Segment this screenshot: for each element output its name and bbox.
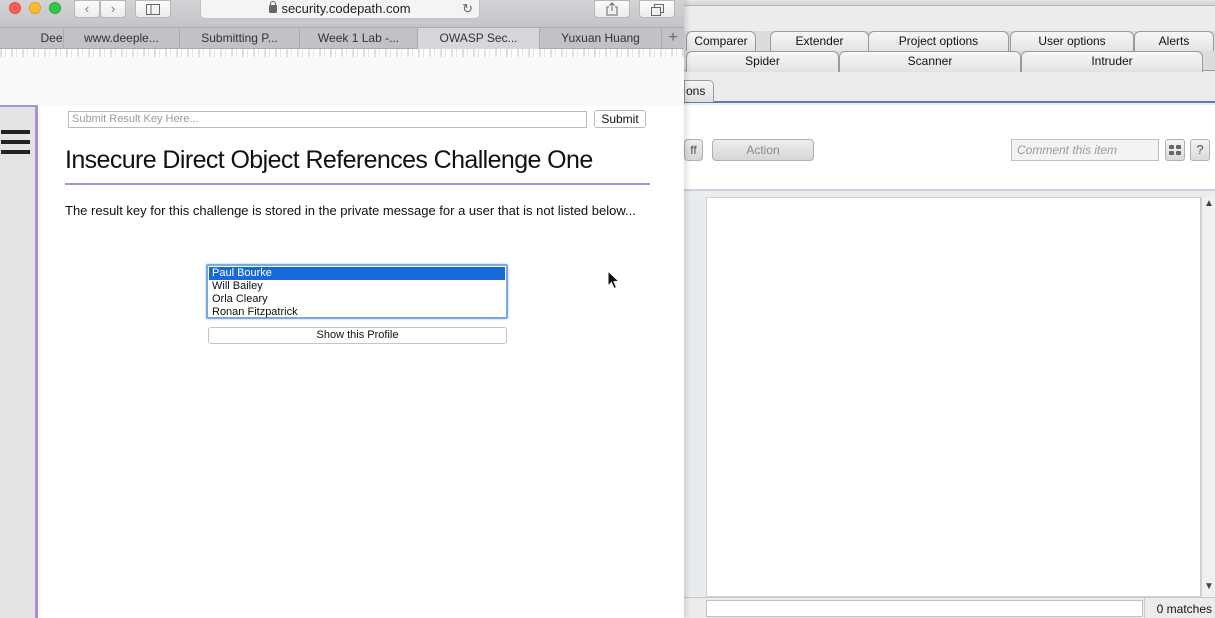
tab-intruder[interactable]: Intruder	[1021, 51, 1203, 72]
tab-week1-lab[interactable]: Week 1 Lab -...	[300, 28, 418, 49]
burp-subtab-bar: ons	[684, 79, 1215, 103]
user-option[interactable]: Will Bailey	[209, 280, 505, 293]
user-option[interactable]: Ronan Fitzpatrick	[209, 306, 505, 319]
match-count: 0 matches	[1144, 598, 1215, 618]
minimize-window-icon[interactable]	[29, 2, 41, 14]
tab-extender[interactable]: Extender	[770, 31, 869, 52]
burp-suite-window: Comparer Extender Project options User o…	[684, 0, 1215, 618]
tabs-overview-icon[interactable]	[639, 0, 675, 18]
url-text: security.codepath.com	[281, 1, 411, 16]
tab-spider[interactable]: Spider	[686, 51, 839, 72]
tab-deepl[interactable]: www.deeple...	[64, 28, 180, 49]
zoom-window-icon[interactable]	[49, 2, 61, 14]
show-profile-button[interactable]: Show this Profile	[208, 327, 507, 344]
tab-comparer[interactable]: Comparer	[686, 31, 756, 52]
burp-titlebar	[684, 0, 1215, 6]
safari-window: ‹ › security.codepath.com ↻ Dee www.deep…	[0, 0, 684, 618]
new-tab-icon[interactable]: +	[662, 28, 684, 49]
safari-toolbar: ‹ › security.codepath.com ↻	[0, 0, 684, 27]
lock-icon	[269, 1, 278, 13]
tab-user-options[interactable]: User options	[1010, 31, 1134, 52]
burp-message-editor[interactable]	[706, 197, 1201, 597]
user-option[interactable]: Orla Cleary	[209, 293, 505, 306]
mouse-cursor-icon	[607, 270, 621, 290]
user-option[interactable]: Paul Bourke	[209, 267, 505, 280]
address-bar[interactable]: security.codepath.com ↻	[200, 0, 480, 19]
user-select-list[interactable]: Paul Bourke Will Bailey Orla Cleary Rona…	[206, 264, 508, 319]
forward-icon[interactable]: ›	[100, 0, 126, 18]
desktop: Comparer Extender Project options User o…	[0, 0, 1215, 618]
scroll-up-icon[interactable]: ▲	[1204, 198, 1214, 209]
search-field[interactable]	[706, 600, 1143, 617]
result-key-input[interactable]: Submit Result Key Here...	[68, 111, 587, 128]
burp-left-gutter	[684, 197, 706, 597]
tab-scanner[interactable]: Scanner	[839, 51, 1021, 72]
tab-alerts[interactable]: Alerts	[1134, 31, 1214, 52]
page-header-strip	[0, 49, 684, 57]
comment-input[interactable]: Comment this item	[1011, 139, 1159, 161]
tab-project-options[interactable]: Project options	[868, 31, 1009, 52]
tab-yuxuan-huang[interactable]: Yuxuan Huang	[540, 28, 662, 49]
help-icon[interactable]: ?	[1190, 139, 1210, 161]
share-icon[interactable]	[594, 0, 630, 18]
tab-dee[interactable]: Dee	[0, 28, 64, 49]
grid-icon[interactable]	[1165, 139, 1185, 161]
burp-tab-row-2: Spider Scanner Intruder	[684, 51, 1215, 72]
intercept-off-button[interactable]: ff	[684, 139, 703, 161]
tab-owasp-active[interactable]: OWASP Sec...	[418, 28, 540, 49]
tab-submitting[interactable]: Submitting P...	[180, 28, 300, 49]
title-divider	[65, 183, 650, 185]
reload-icon[interactable]: ↻	[462, 0, 473, 17]
hamburger-menu-icon[interactable]	[1, 130, 30, 156]
sidebar-icon[interactable]	[135, 0, 171, 18]
scroll-down-icon[interactable]: ▼	[1204, 581, 1214, 592]
submit-button[interactable]: Submit	[594, 110, 646, 128]
close-window-icon[interactable]	[9, 2, 21, 14]
vertical-scrollbar[interactable]: ▲ ▼	[1201, 197, 1215, 597]
action-button[interactable]: Action	[712, 139, 814, 161]
side-navigation	[0, 105, 38, 618]
subtab-options[interactable]: ons	[684, 80, 714, 102]
challenge-description: The result key for this challenge is sto…	[65, 203, 636, 218]
safari-tab-bar: Dee www.deeple... Submitting P... Week 1…	[0, 27, 684, 49]
back-icon[interactable]: ‹	[74, 0, 100, 18]
page-title: Insecure Direct Object References Challe…	[65, 146, 593, 174]
burp-search-bar: 0 matches	[684, 597, 1215, 618]
burp-tab-row-1: Comparer Extender Project options User o…	[684, 31, 1215, 52]
